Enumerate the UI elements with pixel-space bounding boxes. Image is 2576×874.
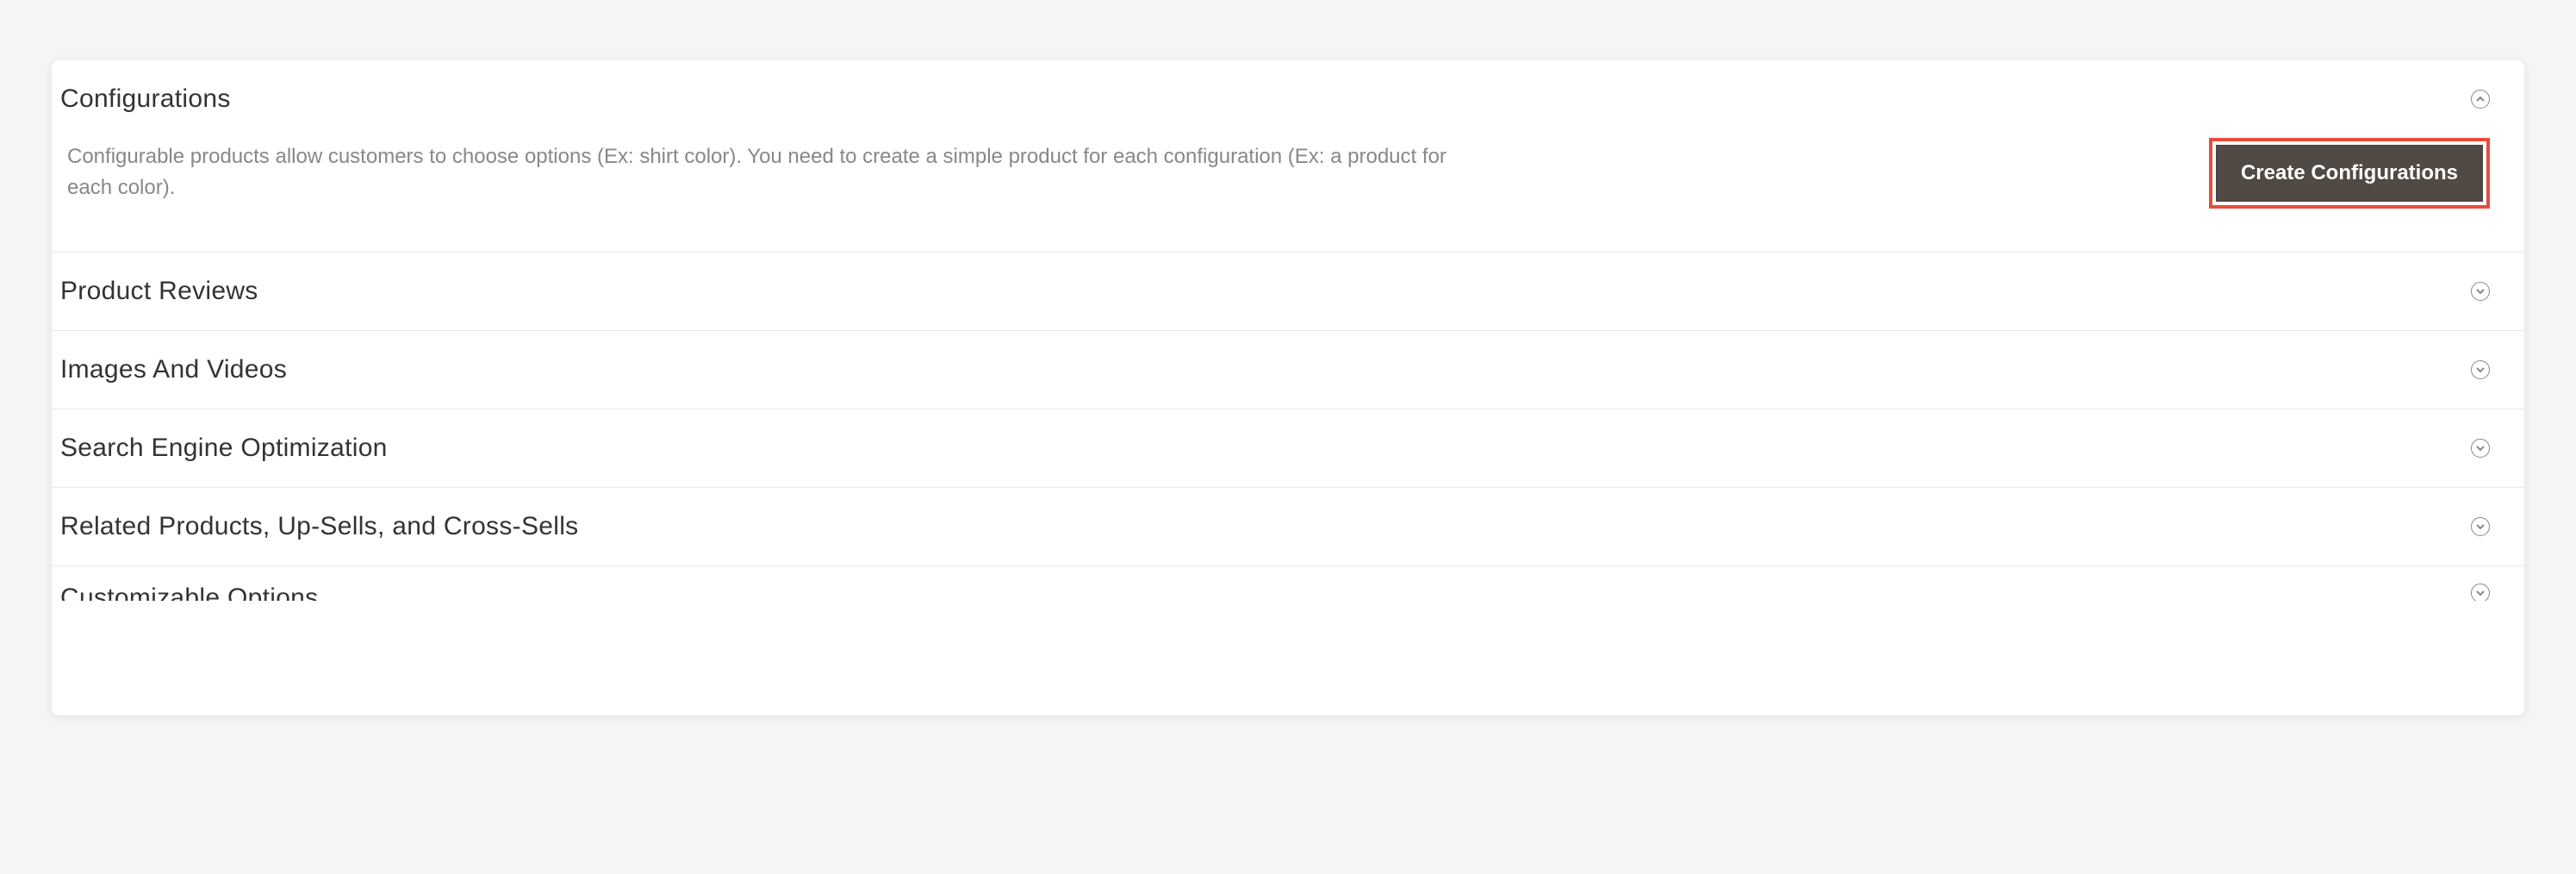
section-title-seo: Search Engine Optimization [60, 434, 388, 463]
configurations-description: Configurable products allow customers to… [67, 141, 1489, 203]
product-edit-panel: Configurations Configurable products all… [52, 60, 2524, 715]
section-title-customizable-options: Customizable Options [60, 584, 318, 601]
section-header-seo[interactable]: Search Engine Optimization [52, 409, 2524, 488]
section-title-related-products: Related Products, Up-Sells, and Cross-Se… [60, 512, 578, 541]
chevron-down-icon [2471, 282, 2490, 301]
chevron-up-icon [2471, 90, 2490, 109]
chevron-down-icon [2471, 360, 2490, 379]
section-title-images-videos: Images And Videos [60, 355, 287, 384]
create-configurations-highlight: Create Configurations [2209, 138, 2490, 209]
section-body-configurations: Configurable products allow customers to… [52, 128, 2524, 253]
section-header-related-products[interactable]: Related Products, Up-Sells, and Cross-Se… [52, 488, 2524, 566]
section-title-product-reviews: Product Reviews [60, 277, 258, 306]
section-header-configurations[interactable]: Configurations [52, 60, 2524, 128]
section-header-product-reviews[interactable]: Product Reviews [52, 253, 2524, 331]
chevron-down-icon [2471, 584, 2490, 601]
section-header-customizable-options[interactable]: Customizable Options [52, 566, 2524, 601]
section-title-configurations: Configurations [60, 84, 231, 114]
chevron-down-icon [2471, 439, 2490, 458]
chevron-down-icon [2471, 517, 2490, 536]
create-configurations-button[interactable]: Create Configurations [2216, 145, 2483, 202]
section-header-images-videos[interactable]: Images And Videos [52, 331, 2524, 409]
